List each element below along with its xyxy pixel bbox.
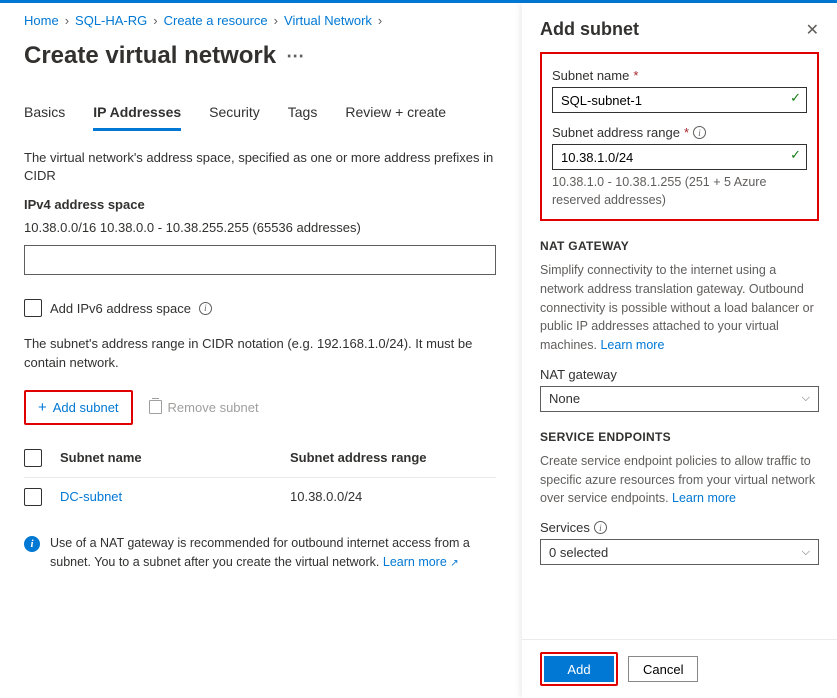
add-subnet-panel: Add subnet ✕ Subnet name* ✓ Subnet addre… bbox=[522, 3, 837, 698]
panel-title: Add subnet bbox=[540, 19, 639, 40]
add-subnet-button[interactable]: + Add subnet bbox=[28, 394, 129, 421]
info-icon[interactable]: i bbox=[199, 302, 212, 315]
subnet-range-hint: 10.38.1.0 - 10.38.1.255 (251 + 5 Azure r… bbox=[552, 174, 807, 209]
tab-basics[interactable]: Basics bbox=[24, 104, 65, 131]
select-all-checkbox[interactable] bbox=[24, 449, 42, 467]
ipv6-checkbox-label: Add IPv6 address space bbox=[50, 301, 191, 316]
ipv4-address-row: 10.38.0.0/16 10.38.0.0 - 10.38.255.255 (… bbox=[24, 220, 496, 235]
info-icon[interactable]: i bbox=[693, 126, 706, 139]
learn-more-link[interactable]: Learn more bbox=[672, 491, 736, 505]
row-checkbox[interactable] bbox=[24, 488, 42, 506]
nat-gateway-description: Simplify connectivity to the internet us… bbox=[540, 261, 819, 355]
breadcrumb-rg[interactable]: SQL-HA-RG bbox=[75, 13, 147, 28]
services-select[interactable]: 0 selected ⌵ bbox=[540, 539, 819, 565]
nat-gateway-select[interactable]: None ⌵ bbox=[540, 386, 819, 412]
breadcrumb: Home › SQL-HA-RG › Create a resource › V… bbox=[24, 13, 496, 28]
chevron-right-icon: › bbox=[65, 13, 69, 28]
chevron-down-icon: ⌵ bbox=[802, 392, 810, 405]
chevron-right-icon: › bbox=[274, 13, 278, 28]
breadcrumb-home[interactable]: Home bbox=[24, 13, 59, 28]
info-icon: i bbox=[24, 536, 40, 552]
chevron-right-icon: › bbox=[378, 13, 382, 28]
tab-tags[interactable]: Tags bbox=[288, 104, 318, 131]
table-row: DC-subnet 10.38.0.0/24 bbox=[24, 478, 496, 516]
column-subnet-range: Subnet address range bbox=[290, 450, 496, 465]
external-link-icon: ↗ bbox=[450, 558, 458, 569]
breadcrumb-create-resource[interactable]: Create a resource bbox=[164, 13, 268, 28]
subnet-link[interactable]: DC-subnet bbox=[60, 489, 122, 504]
ipv4-label: IPv4 address space bbox=[24, 197, 496, 212]
subnet-range-label: Subnet address range* i bbox=[552, 125, 807, 140]
chevron-right-icon: › bbox=[153, 13, 157, 28]
service-endpoints-heading: SERVICE ENDPOINTS bbox=[540, 430, 819, 444]
subnet-table: Subnet name Subnet address range DC-subn… bbox=[24, 439, 496, 516]
tabs: Basics IP Addresses Security Tags Review… bbox=[24, 104, 496, 131]
close-icon[interactable]: ✕ bbox=[806, 20, 819, 40]
nat-gateway-field-label: NAT gateway bbox=[540, 367, 819, 382]
breadcrumb-vnet[interactable]: Virtual Network bbox=[284, 13, 372, 28]
tab-security[interactable]: Security bbox=[209, 104, 260, 131]
column-subnet-name: Subnet name bbox=[60, 450, 290, 465]
add-button[interactable]: Add bbox=[544, 656, 614, 682]
learn-more-link[interactable]: Learn more bbox=[600, 338, 664, 352]
cancel-button[interactable]: Cancel bbox=[628, 656, 698, 682]
nat-gateway-heading: NAT GATEWAY bbox=[540, 239, 819, 253]
subnet-range-cell: 10.38.0.0/24 bbox=[290, 489, 496, 504]
subnet-range-input[interactable] bbox=[552, 144, 807, 170]
service-endpoints-description: Create service endpoint policies to allo… bbox=[540, 452, 819, 508]
address-space-description: The virtual network's address space, spe… bbox=[24, 149, 496, 185]
subnet-name-input[interactable] bbox=[552, 87, 807, 113]
trash-icon bbox=[149, 400, 162, 414]
page-title: Create virtual network ⋯ bbox=[24, 42, 496, 70]
services-label: Services i bbox=[540, 520, 819, 535]
ipv6-checkbox[interactable] bbox=[24, 299, 42, 317]
address-space-input[interactable] bbox=[24, 245, 496, 275]
tab-ip-addresses[interactable]: IP Addresses bbox=[93, 104, 181, 131]
plus-icon: + bbox=[38, 400, 47, 415]
info-icon[interactable]: i bbox=[594, 521, 607, 534]
chevron-down-icon: ⌵ bbox=[802, 546, 810, 559]
more-icon[interactable]: ⋯ bbox=[286, 46, 304, 67]
subnet-name-label: Subnet name* bbox=[552, 68, 807, 83]
learn-more-link[interactable]: Learn more ↗ bbox=[383, 555, 459, 569]
remove-subnet-button: Remove subnet bbox=[149, 400, 259, 415]
nat-info-banner: i Use of a NAT gateway is recommended fo… bbox=[24, 534, 496, 572]
tab-review-create[interactable]: Review + create bbox=[345, 104, 446, 131]
subnet-description: The subnet's address range in CIDR notat… bbox=[24, 335, 496, 371]
